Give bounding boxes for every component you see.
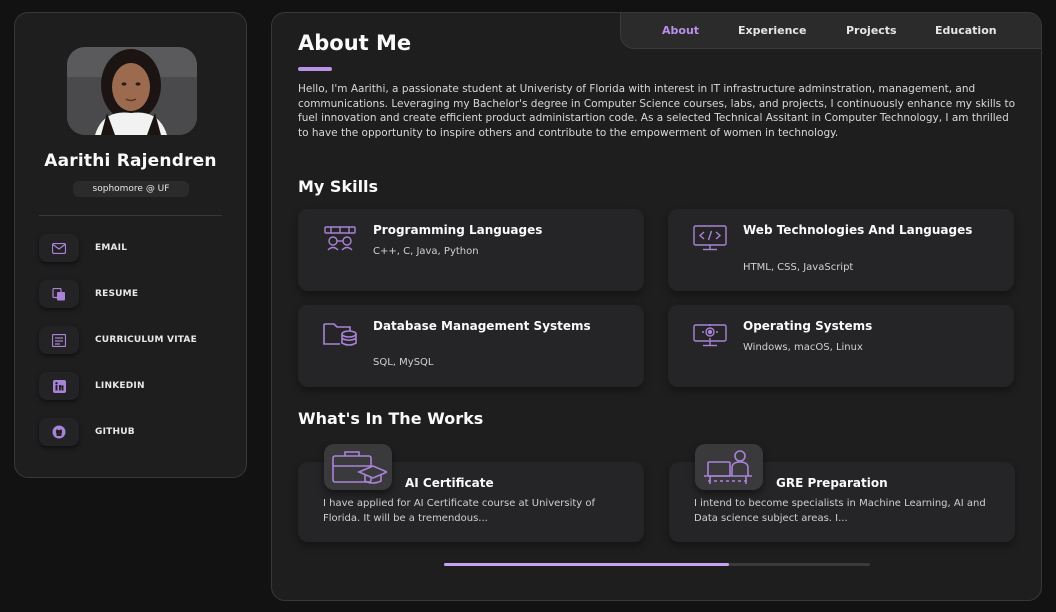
skill-card-os: Operating Systems Windows, macOS, Linux bbox=[668, 305, 1014, 387]
nav-link-about[interactable]: About bbox=[662, 24, 699, 37]
works-scrollbar-thumb[interactable] bbox=[444, 563, 730, 566]
skills-heading: My Skills bbox=[298, 177, 379, 196]
student-desk-icon bbox=[695, 444, 763, 490]
skill-card-web: Web Technologies And Languages HTML, CSS… bbox=[668, 209, 1014, 291]
contact-item-linkedin[interactable]: LINKEDIN bbox=[39, 371, 145, 401]
top-navbar: About Experience Projects Education bbox=[620, 13, 1041, 49]
skill-title: Web Technologies And Languages bbox=[743, 223, 973, 237]
work-title: AI Certificate bbox=[405, 476, 494, 490]
profile-title-badge: sophomore @ UF bbox=[73, 181, 189, 197]
skill-title: Database Management Systems bbox=[373, 319, 591, 333]
skill-card-database: Database Management Systems SQL, MySQL bbox=[298, 305, 644, 387]
work-title: GRE Preparation bbox=[776, 476, 888, 490]
nav-link-education[interactable]: Education bbox=[935, 24, 997, 37]
contact-label-email: EMAIL bbox=[95, 243, 128, 253]
nav-link-experience[interactable]: Experience bbox=[738, 24, 806, 37]
works-scrollbar[interactable] bbox=[444, 563, 870, 566]
avatar-photo bbox=[67, 47, 197, 135]
profile-name: Aarithi Rajendren bbox=[44, 151, 217, 171]
mail-icon bbox=[39, 234, 79, 262]
skill-desc: C++, C, Java, Python bbox=[373, 246, 479, 257]
contact-item-email[interactable]: EMAIL bbox=[39, 233, 127, 263]
main-content-panel: About Experience Projects Education Abou… bbox=[271, 12, 1042, 601]
resume-icon bbox=[39, 280, 79, 308]
title-underline bbox=[298, 67, 332, 71]
briefcase-graduation-icon bbox=[324, 444, 392, 490]
skill-desc: SQL, MySQL bbox=[373, 357, 434, 368]
cv-icon bbox=[39, 326, 79, 354]
works-heading: What's In The Works bbox=[298, 409, 484, 428]
page-title: About Me bbox=[298, 31, 412, 55]
work-desc: I have applied for AI Certificate course… bbox=[323, 498, 596, 524]
skill-title: Programming Languages bbox=[373, 223, 543, 237]
about-paragraph: Hello, I'm Aarithi, a passionate student… bbox=[298, 83, 1016, 139]
work-desc: I intend to become specialists in Machin… bbox=[694, 498, 986, 524]
linkedin-icon bbox=[39, 372, 79, 400]
contact-label-cv: CURRICULUM VITAE bbox=[95, 335, 197, 345]
contact-item-resume[interactable]: RESUME bbox=[39, 279, 138, 309]
skill-card-programming: Programming Languages C++, C, Java, Pyth… bbox=[298, 209, 644, 291]
nav-link-projects[interactable]: Projects bbox=[846, 24, 897, 37]
database-icon bbox=[322, 321, 358, 351]
contact-label-github: GITHUB bbox=[95, 427, 135, 437]
programming-icon bbox=[322, 225, 358, 255]
github-icon bbox=[39, 418, 79, 446]
profile-sidebar: Aarithi Rajendren sophomore @ UF EMAIL R… bbox=[14, 12, 247, 478]
web-code-icon bbox=[692, 225, 728, 255]
skill-desc: HTML, CSS, JavaScript bbox=[743, 262, 854, 273]
os-icon bbox=[692, 321, 728, 351]
contact-item-cv[interactable]: CURRICULUM VITAE bbox=[39, 325, 197, 355]
skill-title: Operating Systems bbox=[743, 319, 873, 333]
avatar bbox=[67, 47, 197, 135]
contact-label-linkedin: LINKEDIN bbox=[95, 381, 145, 391]
contact-item-github[interactable]: GITHUB bbox=[39, 417, 135, 447]
skill-desc: Windows, macOS, Linux bbox=[743, 342, 863, 353]
contact-label-resume: RESUME bbox=[95, 289, 139, 299]
sidebar-divider bbox=[39, 215, 222, 216]
